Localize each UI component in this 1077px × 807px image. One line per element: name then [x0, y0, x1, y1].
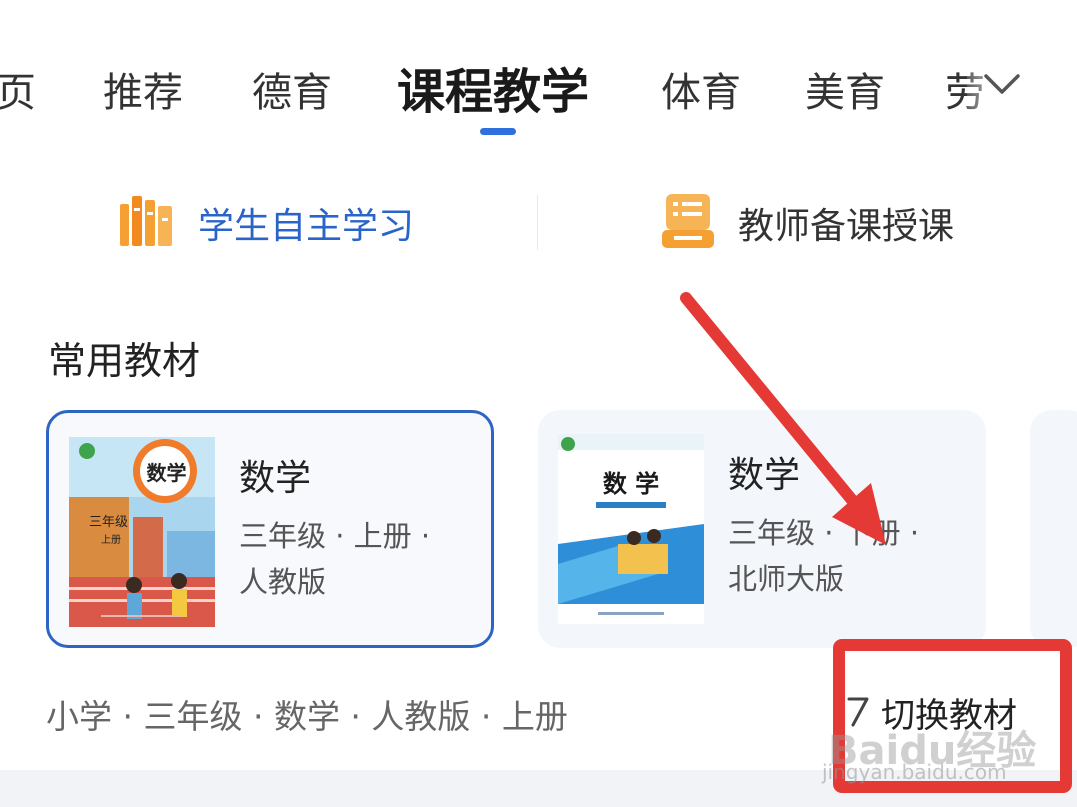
- tab-moral-education[interactable]: 德育: [252, 60, 332, 118]
- tab-arts[interactable]: 美育: [805, 60, 885, 118]
- textbook-meta-line1: 三年级 · 下册 ·: [728, 516, 920, 550]
- textbook-cover-image: 数 学: [558, 434, 704, 624]
- teacher-lesson-button[interactable]: 教师备课授课: [660, 185, 954, 260]
- textbook-title: 数学: [728, 455, 801, 496]
- current-textbook-info: 小学 · 三年级 · 数学 · 人教版 · 上册: [46, 697, 568, 736]
- textbook-cover-image: 数学 三年级 上册: [69, 437, 215, 627]
- lectern-icon: [660, 192, 716, 254]
- textbook-card-selected[interactable]: 数学 三年级 上册 数学 三年级 · 上册 · 人教版: [46, 410, 494, 648]
- chevron-down-icon[interactable]: [980, 62, 1024, 106]
- textbook-meta-line1: 三年级 · 上册 ·: [239, 519, 431, 553]
- textbook-card-peek[interactable]: [1030, 410, 1077, 648]
- teacher-lesson-label: 教师备课授课: [738, 205, 955, 247]
- cover-volume: 上册: [101, 535, 121, 546]
- cover-title: 数学: [146, 461, 187, 485]
- mode-divider: [537, 195, 538, 250]
- mode-switch: 学生自主学习 教师备课授课: [0, 185, 1077, 260]
- textbook-meta: 三年级 · 下册 · 北师大版: [728, 510, 919, 602]
- section-title: 常用教材: [48, 339, 201, 383]
- tab-course-teaching[interactable]: 课程教学: [397, 52, 589, 122]
- cover-title: 数 学: [602, 469, 660, 498]
- textbook-edition: 人教版: [239, 565, 327, 599]
- textbook-meta: 三年级 · 上册 · 人教版: [239, 513, 430, 605]
- student-self-study-label: 学生自主学习: [198, 205, 415, 247]
- textbook-card[interactable]: 数 学 数学 三年级 · 下册 · 北师大版: [538, 410, 986, 648]
- textbook-title: 数学: [239, 458, 312, 499]
- tab-home[interactable]: 页: [0, 60, 36, 118]
- category-tab-bar: 页 推荐 德育 课程教学 体育 美育 劳: [0, 40, 1077, 150]
- cover-grade: 三年级: [89, 515, 129, 530]
- books-icon: [118, 192, 176, 254]
- textbook-edition: 北师大版: [728, 562, 845, 596]
- student-self-study-button[interactable]: 学生自主学习: [118, 185, 414, 260]
- app-page: 页 推荐 德育 课程教学 体育 美育 劳 学生自主学习 教师备课授课 常用教材 …: [0, 0, 1077, 807]
- tab-sports[interactable]: 体育: [661, 60, 741, 118]
- watermark-url: jingyan.baidu.com: [822, 760, 1007, 784]
- tab-recommend[interactable]: 推荐: [103, 60, 183, 118]
- active-tab-indicator: [480, 128, 516, 135]
